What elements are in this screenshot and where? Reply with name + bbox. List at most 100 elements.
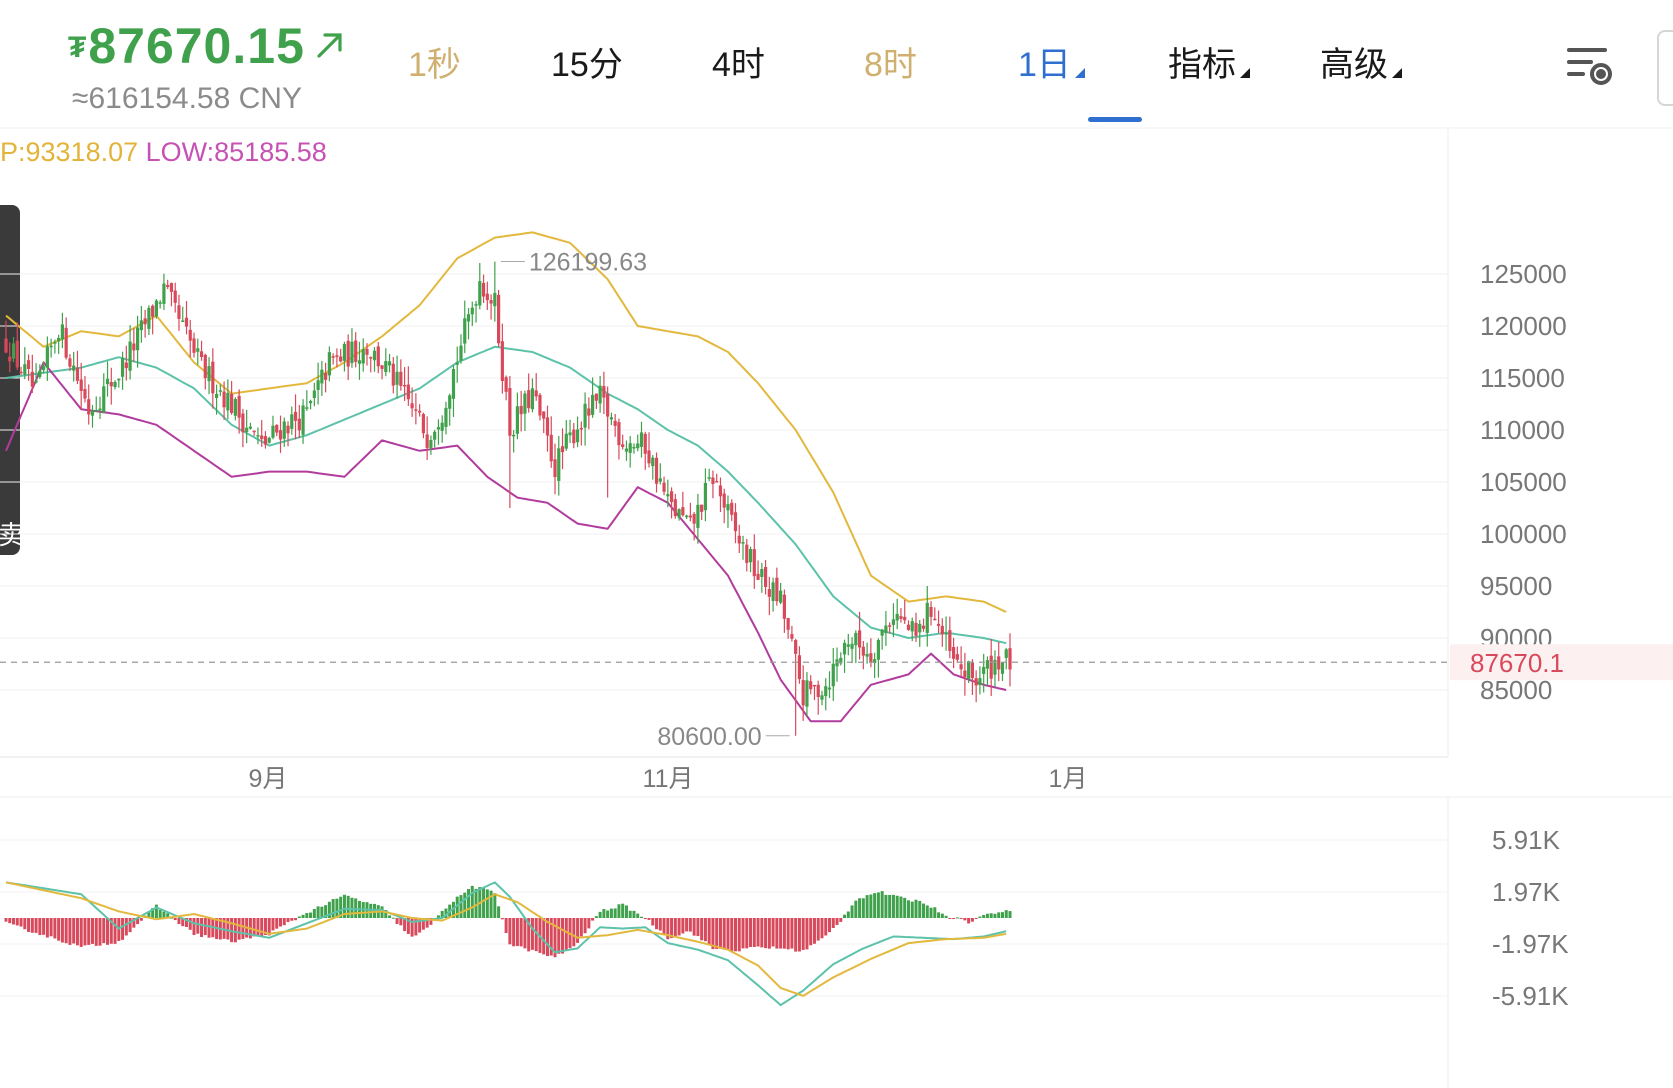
candle-body xyxy=(87,399,91,415)
macd-histogram-bar xyxy=(831,918,835,929)
macd-histogram-bar xyxy=(34,918,38,933)
macd-histogram-bar xyxy=(910,901,914,918)
macd-histogram-bar xyxy=(876,892,880,918)
candle-body xyxy=(245,427,249,432)
macd-histogram-bar xyxy=(895,895,899,918)
candle-body xyxy=(545,417,550,436)
macd-histogram-bar xyxy=(350,897,354,918)
candle-body xyxy=(147,307,151,329)
candle-body xyxy=(696,504,700,528)
candle-body xyxy=(910,621,914,632)
candle-body xyxy=(19,371,23,374)
candle-body xyxy=(583,403,587,428)
candle-body xyxy=(173,290,177,303)
candle-body xyxy=(827,687,832,690)
candle-body xyxy=(621,444,625,447)
candle-body xyxy=(651,457,655,467)
candle-body xyxy=(951,647,956,659)
candle-body xyxy=(406,384,410,400)
macd-histogram-bar xyxy=(828,918,832,933)
candle-body xyxy=(538,394,542,416)
candle-body xyxy=(4,338,8,353)
candle-body xyxy=(688,515,692,518)
macd-histogram-bar xyxy=(752,918,756,947)
candle-body xyxy=(846,644,850,647)
price-axis-label: 95000 xyxy=(1480,571,1552,601)
macd-histogram-bar xyxy=(271,918,275,931)
candle-body xyxy=(579,427,583,430)
macd-histogram-bar xyxy=(60,918,64,943)
macd-histogram-bar xyxy=(884,894,888,918)
macd-histogram-bar xyxy=(53,918,57,939)
macd-histogram-bar xyxy=(722,918,726,950)
candle-body xyxy=(824,686,828,697)
macd-histogram-bar xyxy=(707,918,711,945)
macd-histogram-bar xyxy=(75,918,79,946)
macd-axis-label: -1.97K xyxy=(1492,929,1569,959)
macd-histogram-bar xyxy=(918,900,922,918)
candle-body xyxy=(591,394,595,415)
candle-body xyxy=(530,388,535,410)
macd-histogram-bar xyxy=(485,889,489,918)
candle-body xyxy=(459,345,463,361)
macd-histogram-bar xyxy=(542,918,546,955)
candle-body xyxy=(342,343,347,361)
candle-body xyxy=(143,318,147,325)
macd-histogram-bar xyxy=(83,918,87,946)
macd-histogram-bar xyxy=(613,908,617,918)
candle-body xyxy=(733,512,738,532)
candle-body xyxy=(339,356,343,362)
macd-histogram-bar xyxy=(15,918,19,926)
candle-body xyxy=(260,435,264,440)
macd-histogram-bar xyxy=(888,894,892,918)
price-chart[interactable]: 126199.63 80600.00 125000 120000 115000 1100… xyxy=(0,0,1673,1088)
macd-histogram-bar xyxy=(237,918,241,940)
candle-body xyxy=(30,371,34,387)
time-axis: 9月 11月 1月 xyxy=(249,765,1088,793)
candle-body xyxy=(139,320,143,331)
candle-body xyxy=(869,653,873,663)
candle-body xyxy=(463,318,467,344)
candle-body xyxy=(602,386,606,398)
candle-body xyxy=(203,354,207,379)
candle-body xyxy=(730,502,734,515)
macd-histogram-bar xyxy=(767,918,771,949)
candle-body xyxy=(98,408,102,411)
candle-body xyxy=(267,437,271,443)
macd-histogram-bar xyxy=(681,918,685,934)
macd-histogram-bar xyxy=(162,911,166,918)
candle-body xyxy=(380,365,384,369)
candle-body xyxy=(248,426,253,429)
macd-histogram-bar xyxy=(959,918,963,920)
macd-histogram-bar xyxy=(200,918,204,937)
macd-histogram-bar xyxy=(606,910,610,918)
macd-histogram-bar xyxy=(982,915,986,918)
candle-body xyxy=(387,361,392,366)
candle-body xyxy=(741,542,745,544)
time-axis-label: 1月 xyxy=(1049,765,1088,793)
macd-histogram-bar xyxy=(57,918,61,941)
candle-body xyxy=(557,448,561,481)
macd-histogram-bar xyxy=(963,918,967,921)
macd-histogram-bar xyxy=(530,918,534,950)
candle-body xyxy=(496,294,501,344)
macd-histogram-bar xyxy=(974,918,978,919)
candle-body xyxy=(75,367,80,381)
macd-histogram-bar xyxy=(700,918,704,941)
candle-body xyxy=(1008,648,1012,670)
price-axis-label: 115000 xyxy=(1480,363,1565,393)
macd-histogram-bar xyxy=(177,918,181,925)
price-axis: 125000 120000 115000 110000 105000 100000 9500… xyxy=(1450,259,1673,705)
macd-histogram-bar xyxy=(19,918,23,927)
macd-histogram-bar xyxy=(512,918,516,947)
macd-histogram-bar xyxy=(749,918,753,948)
macd-dea-line xyxy=(5,881,1007,997)
candle-body xyxy=(527,390,531,409)
candle-body xyxy=(237,395,241,418)
macd-histogram-bar xyxy=(90,918,94,944)
candle-body xyxy=(23,364,27,375)
macd-histogram-bar xyxy=(779,918,783,949)
candle-body xyxy=(218,390,222,392)
macd-histogram-bar xyxy=(839,918,843,922)
candle-body xyxy=(903,616,907,621)
